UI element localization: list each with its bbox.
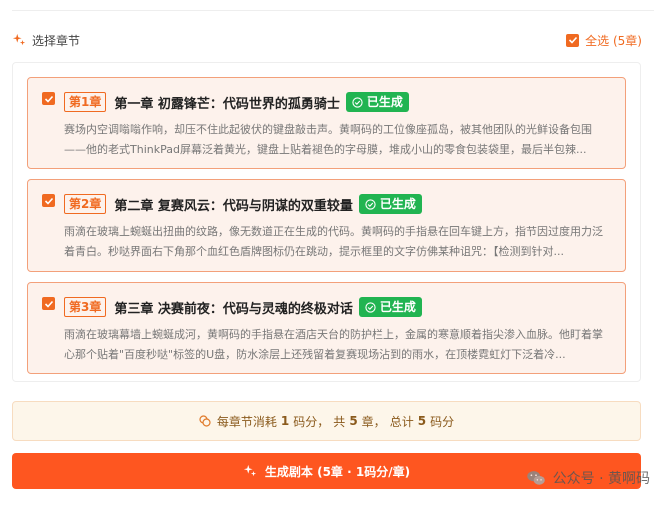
generate-button-label: 生成剧本 (5章 · 1码分/章) (264, 464, 411, 479)
status-badge: 已生成 (358, 194, 422, 214)
wechat-icon (526, 471, 545, 485)
coin-icon (199, 415, 211, 427)
top-divider (12, 10, 654, 11)
chapter-title: 第二章 复赛风云：代码与阴谋的双重较量 (114, 198, 353, 214)
cost-summary: 每章节消耗 1 码分， 共 5 章， 总计 5 码分 (12, 401, 641, 441)
cost-unit: 码分， (293, 414, 330, 429)
section-title: 选择章节 (32, 33, 81, 48)
check-circle-icon (365, 198, 376, 210)
chapter-checkbox[interactable] (42, 92, 55, 105)
status-badge: 已生成 (345, 92, 409, 112)
select-all-label: 全选 (5章) (585, 33, 642, 48)
check-icon (568, 36, 577, 44)
chapter-checkbox[interactable] (42, 297, 55, 310)
watermark-text: 公众号 · 黄啊码 (552, 471, 650, 487)
status-badge: 已生成 (358, 297, 422, 317)
cost-per-chapter: 1 (280, 414, 290, 428)
cost-total: 5 (417, 414, 427, 428)
sparkle-icon (12, 33, 26, 46)
check-icon (44, 300, 53, 308)
cost-sum-prefix: 总计 (389, 414, 414, 429)
section-title-group: 选择章节 (12, 32, 80, 49)
check-icon (44, 197, 53, 205)
chapter-card[interactable]: 第2章 第二章 复赛风云：代码与阴谋的双重较量 已生成 雨滴在玻璃上蜿蜒出扭曲的… (27, 179, 626, 272)
status-label: 已生成 (379, 197, 416, 211)
chapter-number-badge: 第2章 (64, 194, 107, 214)
chapter-header: 第2章 第二章 复赛风云：代码与阴谋的双重较量 已生成 (64, 192, 615, 216)
check-circle-icon (352, 96, 363, 108)
sparkle-icon (243, 464, 257, 477)
cost-unit-total: 码分 (430, 414, 455, 429)
chapter-checkbox[interactable] (42, 194, 55, 207)
check-icon (44, 95, 53, 103)
chapter-number-badge: 第1章 (64, 92, 107, 112)
chapter-card[interactable]: 第1章 第一章 初露锋芒：代码世界的孤勇骑士 已生成 赛场内空调嗡嗡作响，却压不… (27, 77, 626, 169)
cost-chapter-unit: 章， (361, 414, 386, 429)
select-all-toggle[interactable]: 全选 (5章) (566, 32, 642, 49)
cost-prefix: 每章节消耗 (216, 414, 277, 429)
cost-total-prefix: 共 (333, 414, 346, 429)
chapter-title: 第三章 决赛前夜：代码与灵魂的终极对话 (114, 301, 353, 317)
chapter-summary: 雨滴在玻璃上蜿蜒出扭曲的纹路，像无数道正在生成的代码。黄啊码的手指悬在回车键上方… (64, 225, 603, 258)
chapter-number-badge: 第3章 (64, 297, 107, 317)
chapter-card[interactable]: 第3章 第三章 决赛前夜：代码与灵魂的终极对话 已生成 雨滴在玻璃幕墙上蜿蜒成河… (27, 282, 626, 374)
select-all-checkbox[interactable] (566, 33, 580, 47)
chapter-summary: 雨滴在玻璃幕墙上蜿蜒成河，黄啊码的手指悬在酒店天台的防护栏上，金属的寒意顺着指尖… (64, 328, 603, 361)
chapter-header: 第1章 第一章 初露锋芒：代码世界的孤勇骑士 已生成 (64, 90, 615, 114)
watermark: 公众号 · 黄啊码 (525, 466, 650, 490)
section-header: 选择章节 全选 (5章) (12, 30, 642, 50)
status-label: 已生成 (366, 95, 403, 109)
status-label: 已生成 (379, 300, 416, 314)
chapter-list[interactable]: 第1章 第一章 初露锋芒：代码世界的孤勇骑士 已生成 赛场内空调嗡嗡作响，却压不… (12, 62, 641, 382)
chapter-header: 第3章 第三章 决赛前夜：代码与灵魂的终极对话 已生成 (64, 295, 615, 319)
chapter-title: 第一章 初露锋芒：代码世界的孤勇骑士 (114, 96, 340, 112)
check-circle-icon (365, 301, 376, 313)
cost-chapter-count: 5 (349, 414, 358, 428)
chapter-summary: 赛场内空调嗡嗡作响，却压不住此起彼伏的键盘敲击声。黄啊码的工位像座孤岛，被其他团… (64, 123, 592, 156)
